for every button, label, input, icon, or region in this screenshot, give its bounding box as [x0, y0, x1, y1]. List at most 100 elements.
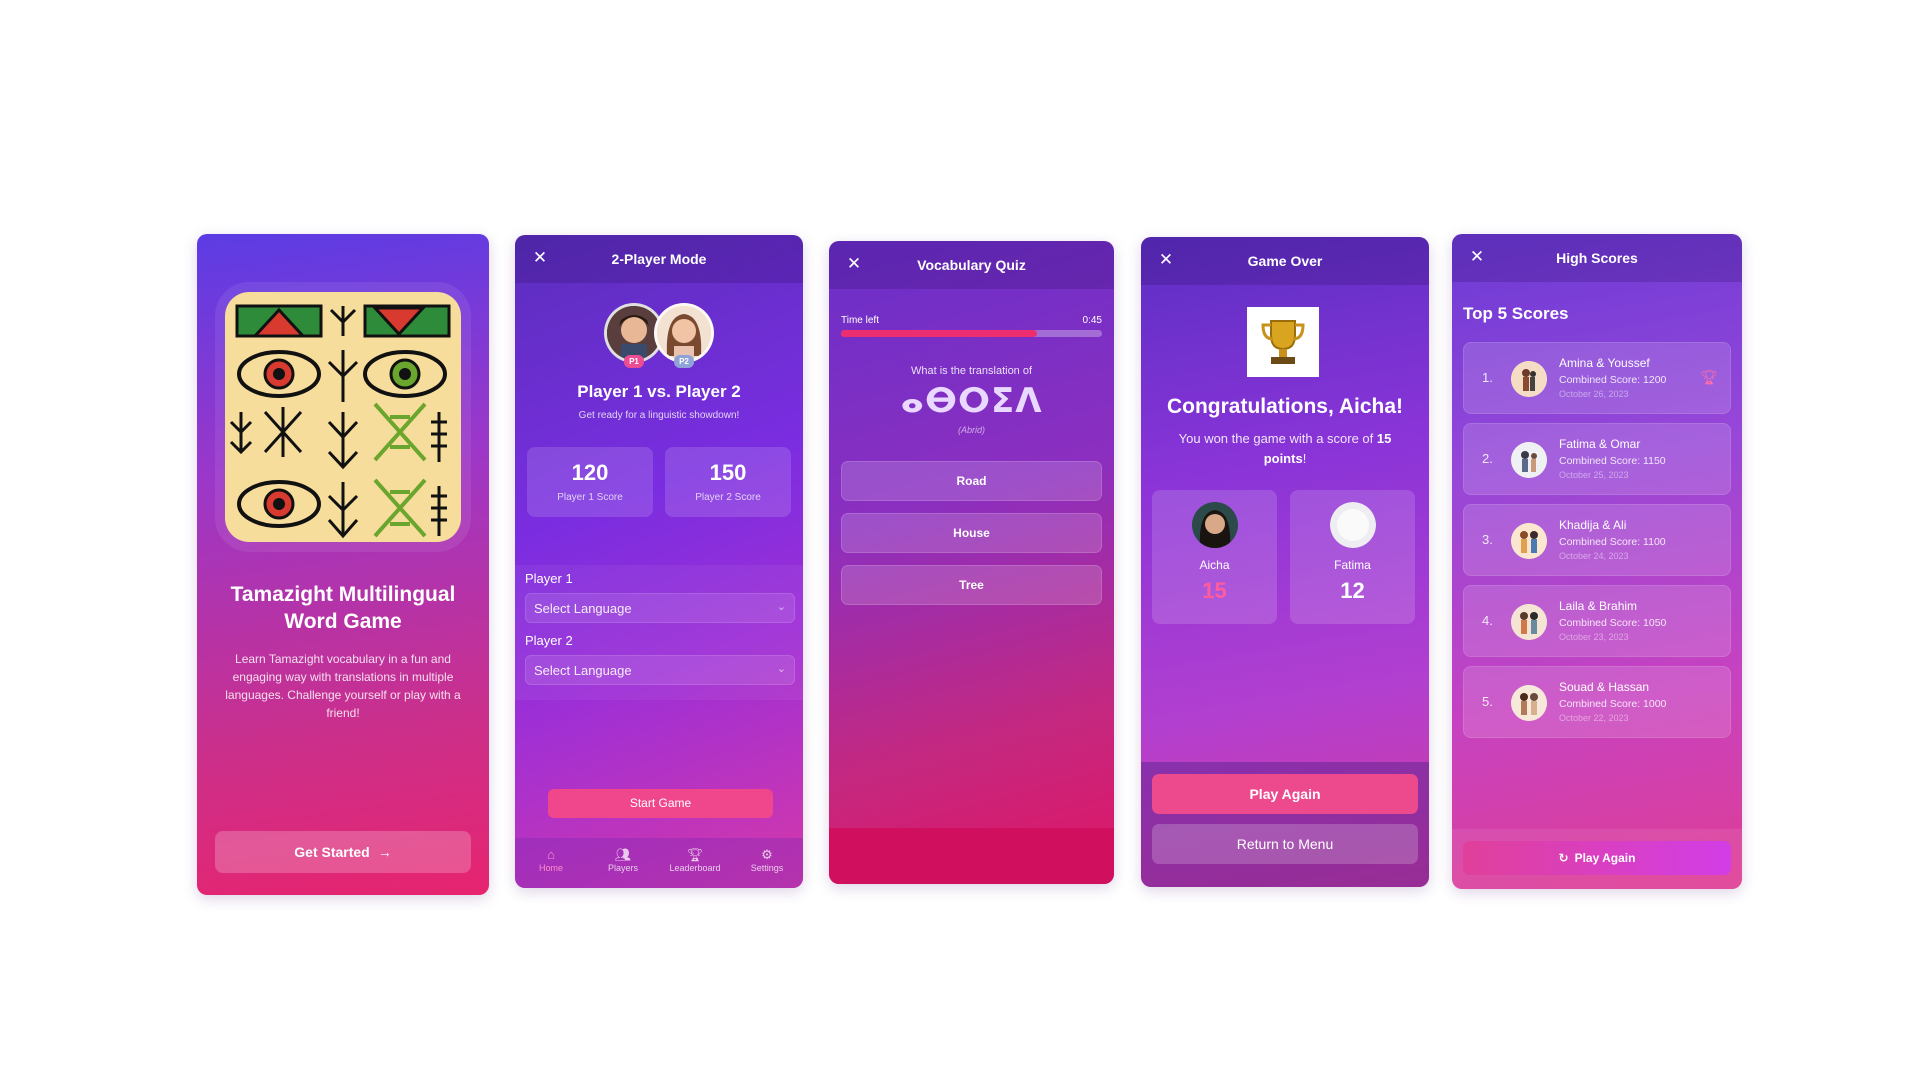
timer-progress [841, 330, 1102, 337]
combined-score: Combined Score: 1150 [1559, 455, 1666, 467]
users-icon: 👥︎ [614, 847, 632, 862]
close-icon[interactable]: ✕ [1157, 251, 1175, 269]
bottom-band [829, 828, 1114, 884]
app-description: Learn Tamazight vocabulary in a fun and … [225, 652, 461, 720]
win-message: You won the game with a score of 15 poin… [1171, 429, 1399, 469]
app-title: Tamazight Multilingual Word Game [230, 583, 456, 633]
p1-tag: P1 [624, 355, 644, 368]
nav-leaderboard[interactable]: 🏆︎ Leaderboard [659, 838, 731, 888]
list-item[interactable]: 3. Khadija & Ali Combined Score: 1100 Oc… [1463, 504, 1731, 576]
answer-option[interactable]: Road [841, 461, 1102, 501]
answer-option[interactable]: House [841, 513, 1102, 553]
winner-card: Aicha 15 [1152, 490, 1277, 624]
nav-leaderboard-label: Leaderboard [669, 863, 721, 873]
score-date: October 26, 2023 [1559, 389, 1629, 399]
player1-score-label: Player 1 Score [557, 492, 623, 503]
play-again-label: Play Again [1574, 851, 1636, 865]
team-names: Khadija & Ali [1559, 518, 1627, 532]
player1-score-card: 120 Player 1 Score [527, 447, 653, 517]
screen-title: High Scores [1556, 250, 1638, 266]
get-started-label: Get Started [294, 844, 370, 860]
play-again-button[interactable]: ↻ Play Again [1463, 841, 1731, 875]
bottom-nav: ⌂ Home 👥︎ Players 🏆︎ Leaderboard ⚙ Setti… [515, 838, 803, 888]
avatar [1511, 361, 1547, 397]
combined-score: Combined Score: 1100 [1559, 536, 1666, 548]
player2-language-select[interactable]: Select Language ⌄ [525, 655, 795, 685]
player-name: Fatima [1334, 558, 1371, 572]
versus-subtitle: Get ready for a linguistic showdown! [578, 410, 740, 421]
win-message-suffix: ! [1302, 451, 1307, 466]
runner-up-card: Fatima 12 [1290, 490, 1415, 624]
list-item[interactable]: 2. Fatima & Omar Combined Score: 1150 Oc… [1463, 423, 1731, 495]
time-left-label: Time left [841, 315, 879, 326]
chevron-down-icon: ⌄ [776, 601, 786, 613]
team-names: Laila & Brahim [1559, 599, 1638, 613]
screen-title: Game Over [1247, 253, 1323, 269]
get-started-button[interactable]: Get Started → [215, 831, 471, 873]
win-message-prefix: You won the game with a score of [1178, 431, 1377, 446]
player1-score: 120 [571, 460, 609, 485]
rank: 3. [1482, 532, 1493, 547]
list-item[interactable]: 5. Souad & Hassan Combined Score: 1000 O… [1463, 666, 1731, 738]
team-names: Fatima & Omar [1559, 437, 1641, 451]
score-date: October 22, 2023 [1559, 713, 1629, 723]
chevron-down-icon: ⌄ [776, 663, 786, 675]
nav-home-label: Home [538, 863, 563, 873]
trophy-icon: 🏆︎ [686, 847, 704, 862]
welcome-screen: Tamazight Multilingual Word Game Learn T… [197, 234, 489, 895]
two-player-header: ✕ 2-Player Mode [515, 235, 803, 283]
list-item[interactable]: 1. Amina & Youssef Combined Score: 1200 … [1463, 342, 1731, 414]
close-icon[interactable]: ✕ [1468, 248, 1486, 266]
close-icon[interactable]: ✕ [845, 255, 863, 273]
avatar [1329, 502, 1376, 548]
nav-players[interactable]: 👥︎ Players [587, 838, 659, 888]
player2-label: Player 2 [525, 633, 573, 648]
score-date: October 25, 2023 [1559, 470, 1629, 480]
combined-score: Combined Score: 1050 [1559, 617, 1667, 629]
play-again-button[interactable]: Play Again [1152, 774, 1418, 814]
app-logo [225, 292, 461, 542]
player1-select-value: Select Language [534, 600, 632, 616]
player1-label: Player 1 [525, 571, 573, 586]
refresh-icon: ↻ [1558, 851, 1569, 865]
player2-score-label: Player 2 Score [695, 492, 761, 503]
avatar [1511, 442, 1547, 478]
nav-settings-label: Settings [750, 863, 784, 873]
rank: 5. [1482, 694, 1493, 709]
top-scores-heading: Top 5 Scores [1463, 304, 1569, 323]
player2-select-value: Select Language [534, 662, 632, 678]
player2-avatar [654, 303, 714, 363]
team-names: Souad & Hassan [1559, 680, 1650, 694]
player-score: 12 [1340, 578, 1365, 603]
avatar [1191, 502, 1238, 548]
two-player-screen: ✕ 2-Player Mode P1 P2 Player 1 vs. Playe… [515, 235, 803, 888]
nav-settings[interactable]: ⚙ Settings [731, 838, 803, 888]
quiz-screen: ✕ Vocabulary Quiz Time left 0:45 What is… [829, 241, 1114, 884]
home-icon: ⌂ [547, 847, 555, 862]
combined-score: Combined Score: 1000 [1559, 698, 1667, 710]
rank: 4. [1482, 613, 1493, 628]
score-date: October 24, 2023 [1559, 551, 1629, 561]
start-game-button[interactable]: Start Game [548, 789, 773, 818]
high-scores-screen: ✕ High Scores Top 5 Scores 1. Amina & Yo… [1452, 234, 1742, 889]
versus-title: Player 1 vs. Player 2 [577, 382, 741, 401]
close-icon[interactable]: ✕ [531, 249, 549, 267]
screen-title: 2-Player Mode [611, 251, 707, 267]
combined-score: Combined Score: 1200 [1559, 374, 1667, 386]
timer-progress-fill [841, 330, 1037, 337]
question-text: What is the translation of [910, 365, 1033, 377]
player1-language-select[interactable]: Select Language ⌄ [525, 593, 795, 623]
game-over-screen: ✕ Game Over Congratulations, Aicha! You … [1141, 237, 1429, 887]
answer-option[interactable]: Tree [841, 565, 1102, 605]
nav-players-label: Players [607, 863, 638, 873]
question-transliteration: (Abrid) [957, 425, 985, 435]
nav-home[interactable]: ⌂ Home [515, 838, 587, 888]
player-name: Aicha [1199, 558, 1230, 572]
trophy-icon: 🏆︎ [1700, 369, 1718, 385]
player-score: 15 [1202, 578, 1227, 603]
list-item[interactable]: 4. Laila & Brahim Combined Score: 1050 O… [1463, 585, 1731, 657]
return-to-menu-button[interactable]: Return to Menu [1152, 824, 1418, 864]
congrats-heading: Congratulations, Aicha! [1166, 395, 1404, 418]
amazigh-pattern-logo [229, 304, 451, 539]
rank: 1. [1482, 370, 1493, 385]
